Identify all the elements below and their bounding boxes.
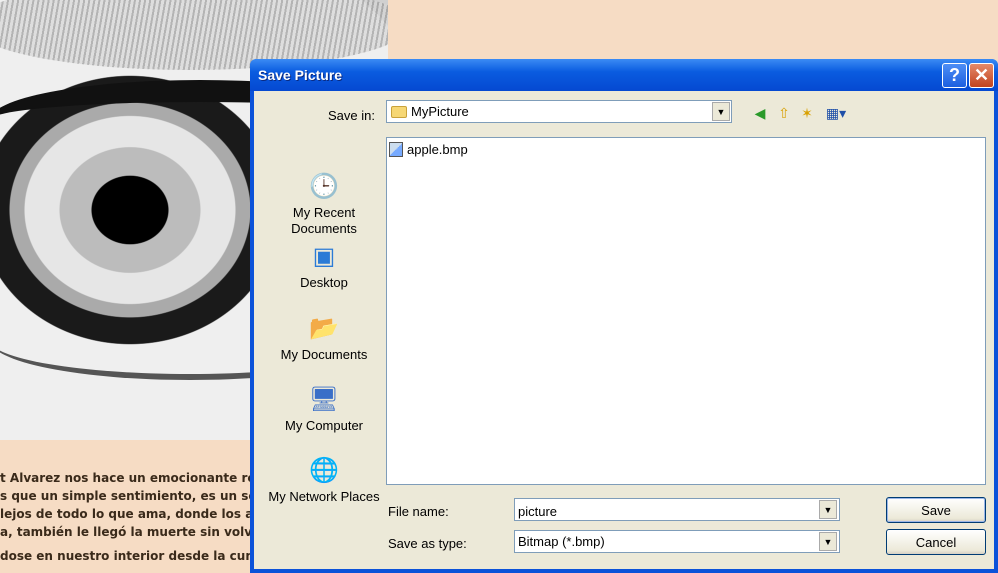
cancel-button[interactable]: Cancel [886,529,986,555]
place-label: My Network Places [268,489,380,504]
close-icon: ✕ [973,64,990,85]
file-name: apple.bmp [407,141,468,157]
up-folder-icon: ⇧ [778,104,790,121]
place-my-recent-documents[interactable]: 🕒 My Recent Documents [268,171,380,237]
new-folder-icon: ✶ [801,104,813,121]
folder-icon [391,105,407,118]
background-text-line: s que un simple sentimiento, es un sello [0,489,260,503]
save-as-type-label: Save as type: [388,536,467,551]
file-list[interactable]: apple.bmp [386,137,986,485]
save-as-type-select[interactable]: Bitmap (*.bmp) [514,530,840,553]
background-text-line: dose en nuestro interior desde la cuna. [0,549,260,563]
bitmap-file-icon [389,141,403,157]
place-desktop[interactable]: ▣ Desktop [268,241,380,291]
help-icon: ? [949,64,960,85]
place-label: Desktop [300,275,348,290]
place-label: My Recent Documents [291,205,357,236]
save-in-value: MyPicture [411,104,469,119]
back-button[interactable]: ◀ [751,104,769,122]
chevron-down-icon[interactable]: ▼ [712,102,730,121]
title-bar[interactable]: Save Picture ? ✕ [250,59,998,91]
desktop-icon: ▣ [312,243,336,270]
place-label: My Computer [284,418,364,433]
close-button[interactable]: ✕ [969,62,994,88]
save-button[interactable]: Save [886,497,986,523]
place-my-network-places[interactable]: 🌐 My Network Places [268,455,380,505]
recent-documents-icon: 🕒 [309,173,339,200]
views-menu-button[interactable]: ▦▾ [822,104,850,122]
background-paragraph: t Alvarez nos hace un emocionante rela s… [0,469,260,565]
place-my-documents[interactable]: 📂 My Documents [268,313,380,363]
place-label: My Documents [280,347,368,362]
background-text-line: t Alvarez nos hace un emocionante rela [0,471,260,485]
dialog-body: Save in: MyPicture ▼ ◀ ⇧ ✶ ▦▾ 🕒 My Recen… [254,91,994,569]
back-arrow-icon: ◀ [754,104,766,121]
my-computer-icon: 🖥 [308,386,340,413]
save-as-type-value: Bitmap (*.bmp) [518,534,605,549]
place-my-computer[interactable]: 🖥 My Computer [268,384,380,434]
background-text-line: lejos de todo lo que ama, donde los año [0,507,260,521]
file-name-label: File name: [388,504,449,519]
save-in-dropdown[interactable]: MyPicture ▼ [386,100,732,123]
dialog-title: Save Picture [258,67,343,83]
background-text-line: a, también le llegó la muerte sin volver [0,525,260,539]
save-in-label: Save in: [328,108,375,123]
file-name-input[interactable] [514,498,840,521]
new-folder-button[interactable]: ✶ [798,104,816,122]
network-places-icon: 🌐 [309,457,339,484]
list-item[interactable]: apple.bmp [389,140,471,158]
up-one-level-button[interactable]: ⇧ [775,104,793,122]
view-menu-icon: ▦▾ [825,104,847,121]
save-as-type-dropdown-arrow[interactable]: ▼ [819,532,837,551]
my-documents-icon: 📂 [309,315,339,342]
save-picture-dialog: Save Picture ? ✕ Save in: MyPicture ▼ ◀ … [250,59,998,573]
file-name-dropdown-arrow[interactable]: ▼ [819,500,837,519]
help-button[interactable]: ? [942,62,967,88]
